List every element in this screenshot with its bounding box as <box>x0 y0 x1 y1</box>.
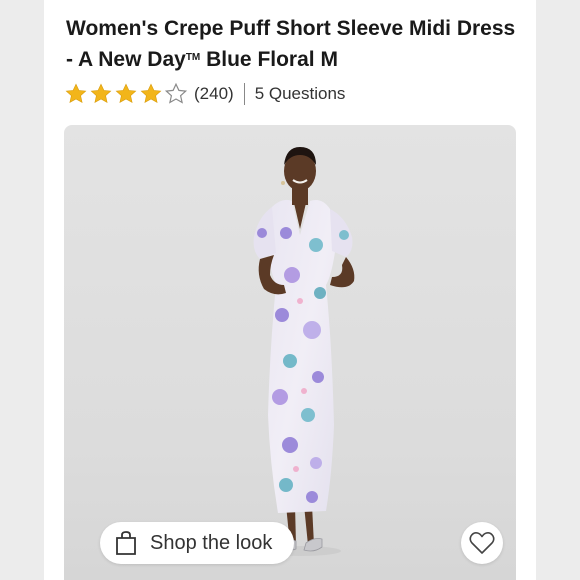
star-filled-icon <box>115 83 137 103</box>
product-title: Women's Crepe Puff Short Sleeve Midi Dre… <box>66 14 526 74</box>
star-rating[interactable] <box>64 82 188 106</box>
trademark-mark: TM <box>185 52 201 63</box>
star-empty-icon <box>164 82 188 104</box>
shopping-bag-icon <box>116 531 136 555</box>
divider <box>243 83 245 105</box>
review-count-link[interactable]: (240) <box>194 84 234 104</box>
star-filled-icon <box>65 83 87 103</box>
shop-the-look-button[interactable]: Shop the look <box>100 522 294 564</box>
product-image[interactable]: Shop the look <box>64 125 516 580</box>
star-filled-icon <box>140 83 162 103</box>
shop-the-look-label: Shop the look <box>150 531 273 554</box>
questions-link[interactable]: 5 Questions <box>255 84 346 104</box>
heart-icon <box>469 532 495 554</box>
favorite-button[interactable] <box>461 522 503 564</box>
model-photo <box>253 147 355 556</box>
star-filled-icon <box>90 83 112 103</box>
product-title-variant: Blue Floral M <box>200 48 338 71</box>
product-card: Women's Crepe Puff Short Sleeve Midi Dre… <box>44 0 536 580</box>
rating-row[interactable]: (240) 5 Questions <box>64 82 345 106</box>
